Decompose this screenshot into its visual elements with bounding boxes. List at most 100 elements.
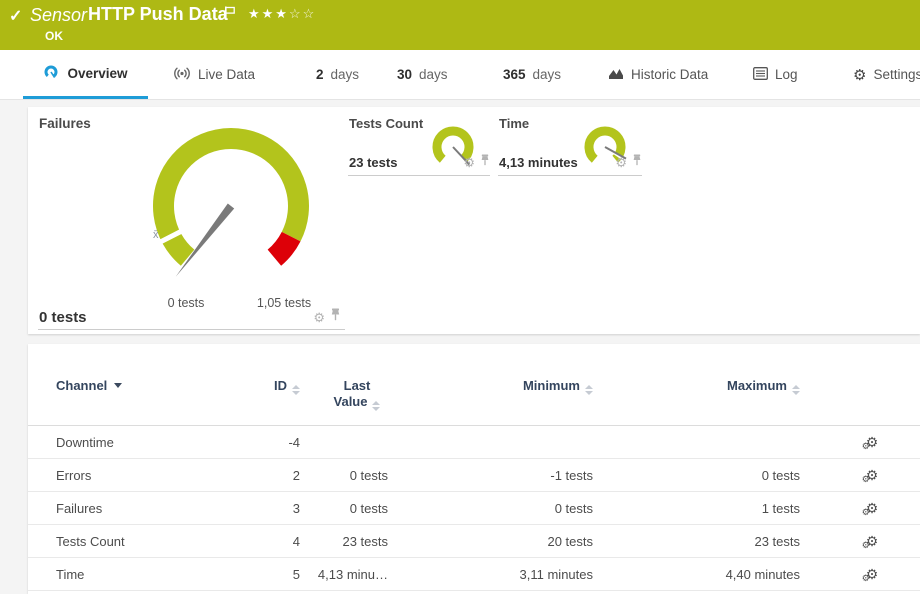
broadcast-icon — [173, 67, 191, 83]
table-row: Errors 2 0 tests -1 tests 0 tests ⚙⚙ — [28, 459, 920, 492]
pin-icon[interactable] — [632, 153, 642, 171]
tab-word: days — [533, 67, 562, 82]
channel-maximum: 23 tests — [593, 525, 800, 558]
tab-historic-data[interactable]: Historic Data — [608, 50, 708, 99]
sort-icon — [372, 401, 380, 411]
gauge-settings-gear-icon[interactable]: ⚙ — [615, 156, 627, 169]
tab-word: days — [419, 67, 448, 82]
gauge-current-value: 23 tests — [349, 155, 397, 170]
gauge-scale-min: 0 tests — [154, 296, 218, 310]
pin-icon[interactable] — [330, 308, 341, 326]
gauge-block-time: Time 4,13 minutes ⚙ — [498, 115, 642, 176]
channel-settings-icon[interactable]: ⚙⚙ — [866, 567, 879, 581]
sort-icon — [585, 385, 593, 395]
average-marker-label: x̄ — [153, 229, 159, 241]
channel-minimum: -1 tests — [388, 459, 593, 492]
gauge-title: Tests Count — [349, 116, 423, 131]
tab-live-data[interactable]: Live Data — [173, 50, 255, 99]
channel-last-value: 23 tests — [300, 525, 388, 558]
channel-id: 5 — [216, 558, 300, 591]
channel-maximum — [593, 426, 800, 459]
channel-minimum — [388, 426, 593, 459]
sensor-status-text: OK — [45, 29, 63, 43]
stars-empty[interactable]: ☆☆ — [289, 6, 316, 21]
channel-maximum: 1 tests — [593, 492, 800, 525]
channel-name[interactable]: Downtime — [28, 426, 216, 459]
channel-maximum: 0 tests — [593, 459, 800, 492]
gauge-settings-gear-icon[interactable]: ⚙ — [463, 156, 475, 169]
tab-log[interactable]: Log — [753, 50, 798, 99]
gauge-current-value: 4,13 minutes — [499, 155, 578, 170]
tab-label: Log — [775, 67, 798, 82]
channel-minimum: 20 tests — [388, 525, 593, 558]
channel-id: 2 — [216, 459, 300, 492]
table-header-row: Channel ID Last Value Minimum Maximum — [28, 344, 920, 426]
column-header-channel[interactable]: Channel — [28, 344, 216, 426]
tab-label: Historic Data — [631, 67, 708, 82]
channel-last-value: 0 tests — [300, 459, 388, 492]
table-row: Downtime -4 ⚙⚙ — [28, 426, 920, 459]
tab-word: days — [331, 67, 360, 82]
channel-minimum: 0 tests — [388, 492, 593, 525]
gauge-title: Failures — [39, 116, 91, 131]
tab-label: Overview — [67, 66, 127, 81]
tab-number: 30 — [397, 67, 412, 82]
tab-bar: Overview Live Data 2days 30days 365days … — [0, 50, 920, 100]
channel-name[interactable]: Errors — [28, 459, 216, 492]
channel-settings-icon[interactable]: ⚙⚙ — [866, 435, 879, 449]
gear-icon: ⚙ — [853, 66, 866, 84]
tab-overview[interactable]: Overview — [23, 50, 148, 99]
gauges-panel: Failures x̄ 0 tests 1,05 tests 0 tests ⚙… — [28, 107, 920, 334]
stars-filled[interactable]: ★★★ — [248, 6, 289, 21]
tab-30-days[interactable]: 30 days — [397, 50, 448, 99]
priority-flag-icon[interactable] — [224, 6, 236, 25]
area-chart-icon — [608, 67, 624, 83]
sort-icon — [792, 385, 800, 395]
channel-last-value: 4,13 minu… — [300, 558, 388, 591]
channel-id: 4 — [216, 525, 300, 558]
column-header-last-value[interactable]: Last Value — [300, 344, 388, 426]
gauge-block-tests-count: Tests Count 23 tests ⚙ — [348, 115, 490, 176]
channel-id: -4 — [216, 426, 300, 459]
table-row: Failures 3 0 tests 0 tests 1 tests ⚙⚙ — [28, 492, 920, 525]
object-type-label: Sensor — [30, 5, 87, 26]
column-header-minimum[interactable]: Minimum — [388, 344, 593, 426]
channel-settings-icon[interactable]: ⚙⚙ — [866, 501, 879, 515]
column-header-maximum[interactable]: Maximum — [593, 344, 800, 426]
column-header-id[interactable]: ID — [216, 344, 300, 426]
channel-id: 3 — [216, 492, 300, 525]
gauge-block-failures: Failures x̄ 0 tests 1,05 tests 0 tests ⚙ — [38, 112, 345, 330]
channel-settings-icon[interactable]: ⚙⚙ — [866, 534, 879, 548]
tab-settings[interactable]: ⚙ Settings — [853, 50, 920, 99]
list-icon — [753, 67, 768, 83]
channel-last-value — [300, 426, 388, 459]
table-row: Tests Count 4 23 tests 20 tests 23 tests… — [28, 525, 920, 558]
priority-stars[interactable]: ★★★☆☆ — [248, 6, 316, 22]
gauge-settings-gear-icon[interactable]: ⚙ — [313, 311, 325, 324]
pin-icon[interactable] — [480, 153, 490, 171]
gauge-title: Time — [499, 116, 529, 131]
failures-gauge: x̄ — [131, 111, 331, 289]
ok-check-icon: ✓ — [9, 6, 22, 26]
sort-desc-icon — [114, 383, 122, 388]
channel-name[interactable]: Time — [28, 558, 216, 591]
channels-panel: Channel ID Last Value Minimum Maximum Do… — [28, 344, 920, 594]
channel-last-value: 0 tests — [300, 492, 388, 525]
tab-number: 365 — [503, 67, 526, 82]
gauge-scale-max: 1,05 tests — [252, 296, 316, 310]
column-header-actions — [800, 344, 920, 426]
tab-number: 2 — [316, 67, 324, 82]
channel-settings-icon[interactable]: ⚙⚙ — [866, 468, 879, 482]
channel-name[interactable]: Failures — [28, 492, 216, 525]
channel-maximum: 4,40 minutes — [593, 558, 800, 591]
channels-table: Channel ID Last Value Minimum Maximum Do… — [28, 344, 920, 591]
tab-365-days[interactable]: 365 days — [503, 50, 561, 99]
sensor-status-banner: ✓ Sensor HTTP Push Data ★★★☆☆ OK — [0, 0, 920, 50]
channel-minimum: 3,11 minutes — [388, 558, 593, 591]
tab-2-days[interactable]: 2 days — [316, 50, 359, 99]
gauge-current-value: 0 tests — [39, 309, 87, 326]
channel-name[interactable]: Tests Count — [28, 525, 216, 558]
sort-icon — [292, 385, 300, 395]
sensor-title: HTTP Push Data — [88, 4, 228, 25]
table-row: Time 5 4,13 minu… 3,11 minutes 4,40 minu… — [28, 558, 920, 591]
